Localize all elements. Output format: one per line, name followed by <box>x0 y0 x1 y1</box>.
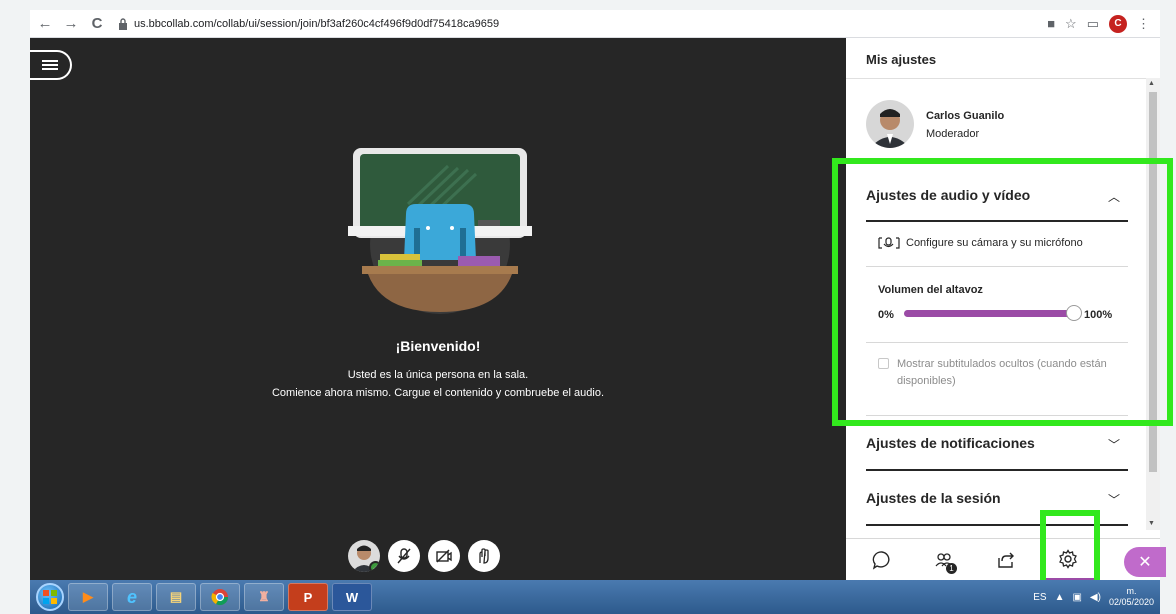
user-role: Moderador <box>926 128 980 140</box>
close-panel-button[interactable]: ✕ <box>1124 547 1166 577</box>
browser-menu-icon[interactable]: ⋮ <box>1137 16 1150 32</box>
clock-time: m. <box>1126 586 1137 596</box>
address-bar[interactable]: us.bbcollab.com/collab/ui/session/join/b… <box>118 18 499 30</box>
welcome-message-line2: Comience ahora mismo. Cargue el contenid… <box>271 387 604 399</box>
microphone-muted-icon[interactable] <box>388 540 420 572</box>
reload-icon[interactable]: C <box>86 13 108 35</box>
highlight-audio-video <box>832 158 1173 426</box>
session-menu-button[interactable] <box>30 50 72 80</box>
chevron-down-icon[interactable]: ﹀ <box>1108 491 1120 508</box>
forward-icon[interactable]: → <box>60 13 82 35</box>
media-player-icon[interactable]: ▶ <box>68 583 108 611</box>
panel-header-divider <box>846 78 1146 79</box>
clock-date: 02/05/2020 <box>1108 597 1154 607</box>
chrome-icon[interactable] <box>200 583 240 611</box>
scroll-up-icon[interactable]: ▲ <box>1148 80 1155 87</box>
share-content-icon <box>998 552 1014 568</box>
panel-tab-bar: 1 ✕ <box>846 538 1166 581</box>
file-explorer-icon[interactable]: ▤ <box>156 583 196 611</box>
screen: ← → C us.bbcollab.com/collab/ui/session/… <box>0 0 1176 614</box>
panel-title: Mis ajustes <box>866 52 937 67</box>
tray-expand-icon[interactable]: ▲ <box>1055 592 1065 603</box>
system-tray: ES ▲ ▣ ◀) m. 02/05/2020 <box>1033 586 1154 608</box>
hamburger-icon <box>42 58 58 72</box>
chat-icon <box>872 551 890 570</box>
camera-off-icon[interactable] <box>428 540 460 572</box>
welcome-message-line1: Usted es la única persona en la sala. <box>347 369 529 381</box>
profile-avatar[interactable]: C <box>1109 14 1127 33</box>
clock[interactable]: m. 02/05/2020 <box>1109 586 1154 608</box>
language-indicator[interactable]: ES <box>1033 592 1046 603</box>
windows-taskbar: ▶ e ▤ ♜ P W ES ▲ ▣ ◀) m. 02/05/2020 <box>30 580 1160 614</box>
tab-attendees[interactable]: 1 <box>916 539 972 581</box>
cast-icon[interactable]: ▭ <box>1087 16 1099 32</box>
my-status-button[interactable]: ✓ <box>348 540 380 572</box>
tab-chat[interactable] <box>854 539 910 581</box>
url-text: us.bbcollab.com/collab/ui/session/join/b… <box>134 17 500 30</box>
camera-icon[interactable]: ■ <box>1047 16 1055 31</box>
internet-explorer-icon[interactable]: e <box>112 583 152 611</box>
attendees-count-badge: 1 <box>946 563 957 574</box>
welcome-title: ¡Bienvenido! <box>395 338 481 354</box>
raise-hand-icon[interactable] <box>468 540 500 572</box>
available-check-icon: ✓ <box>369 561 380 572</box>
classroom-illustration <box>348 148 532 314</box>
start-button[interactable] <box>36 583 64 611</box>
scroll-down-icon[interactable]: ▼ <box>1148 520 1155 527</box>
network-icon[interactable]: ▣ <box>1072 592 1081 603</box>
session-settings-header[interactable]: Ajustes de la sesión <box>866 490 1001 506</box>
volume-icon[interactable]: ◀) <box>1090 592 1101 603</box>
user-name: Carlos Guanilo <box>926 110 1005 122</box>
bookmark-star-icon[interactable]: ☆ <box>1065 16 1077 32</box>
powerpoint-icon[interactable]: P <box>288 583 328 611</box>
section-divider <box>866 469 1128 471</box>
main-stage: ¡Bienvenido! Usted es la única persona e… <box>30 38 846 580</box>
media-controls: ✓ <box>348 540 500 572</box>
chevron-down-icon[interactable]: ﹀ <box>1108 436 1120 453</box>
word-icon[interactable]: W <box>332 583 372 611</box>
app-icon[interactable]: ♜ <box>244 583 284 611</box>
browser-toolbar: ← → C us.bbcollab.com/collab/ui/session/… <box>30 10 1160 38</box>
notification-settings-header[interactable]: Ajustes de notificaciones <box>866 435 1035 451</box>
back-icon[interactable]: ← <box>34 13 56 35</box>
user-avatar <box>866 100 914 148</box>
close-icon: ✕ <box>1138 554 1152 571</box>
windows-logo-icon <box>43 590 57 604</box>
lock-icon <box>119 17 127 30</box>
tab-share-content[interactable] <box>978 539 1034 581</box>
